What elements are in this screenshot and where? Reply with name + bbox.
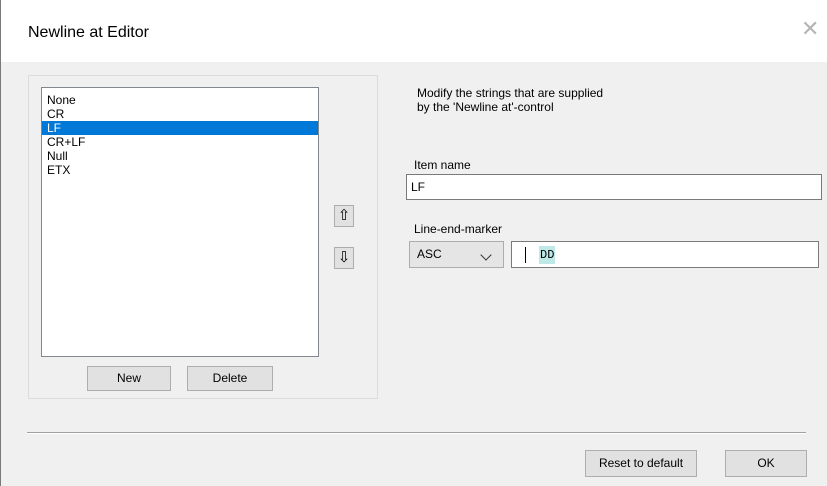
list-item-etx[interactable]: ETX: [42, 163, 318, 177]
arrow-up-icon: ⇧: [337, 207, 351, 224]
info-text-line1: Modify the strings that are supplied: [417, 86, 604, 100]
line-end-marker-label: Line-end-marker: [414, 222, 503, 236]
item-name-input[interactable]: LF: [406, 174, 822, 200]
list-item-cr[interactable]: CR: [42, 107, 318, 121]
arrow-down-icon: ⇩: [337, 249, 351, 266]
line-end-mode-value: ASC: [417, 247, 442, 261]
list-item-none[interactable]: None: [42, 93, 318, 107]
reset-to-default-button[interactable]: Reset to default: [585, 450, 697, 477]
list-item-lf[interactable]: LF: [42, 121, 318, 135]
chevron-down-icon: [480, 249, 492, 261]
move-up-button[interactable]: ⇧: [334, 205, 354, 227]
list-item-crlf[interactable]: CR+LF: [42, 135, 318, 149]
move-down-button[interactable]: ⇩: [334, 247, 354, 269]
text-caret: [525, 247, 526, 263]
newline-list[interactable]: None CR LF CR+LF Null ETX: [41, 87, 319, 357]
line-end-marker-value: DD: [539, 246, 556, 264]
title-bar: Newline at Editor ✕: [1, 0, 827, 62]
delete-button[interactable]: Delete: [187, 366, 273, 391]
list-item-null[interactable]: Null: [42, 149, 318, 163]
new-button[interactable]: New: [87, 366, 171, 391]
info-text-line2: by the 'Newline at'-control: [417, 100, 554, 114]
footer-separator-highlight: [27, 433, 806, 434]
close-icon[interactable]: ✕: [801, 18, 819, 40]
line-end-marker-input[interactable]: DD: [511, 241, 819, 268]
window-title: Newline at Editor: [28, 24, 149, 41]
item-name-label: Item name: [414, 158, 471, 172]
ok-button[interactable]: OK: [725, 450, 807, 477]
line-end-mode-select[interactable]: ASC: [409, 241, 504, 268]
